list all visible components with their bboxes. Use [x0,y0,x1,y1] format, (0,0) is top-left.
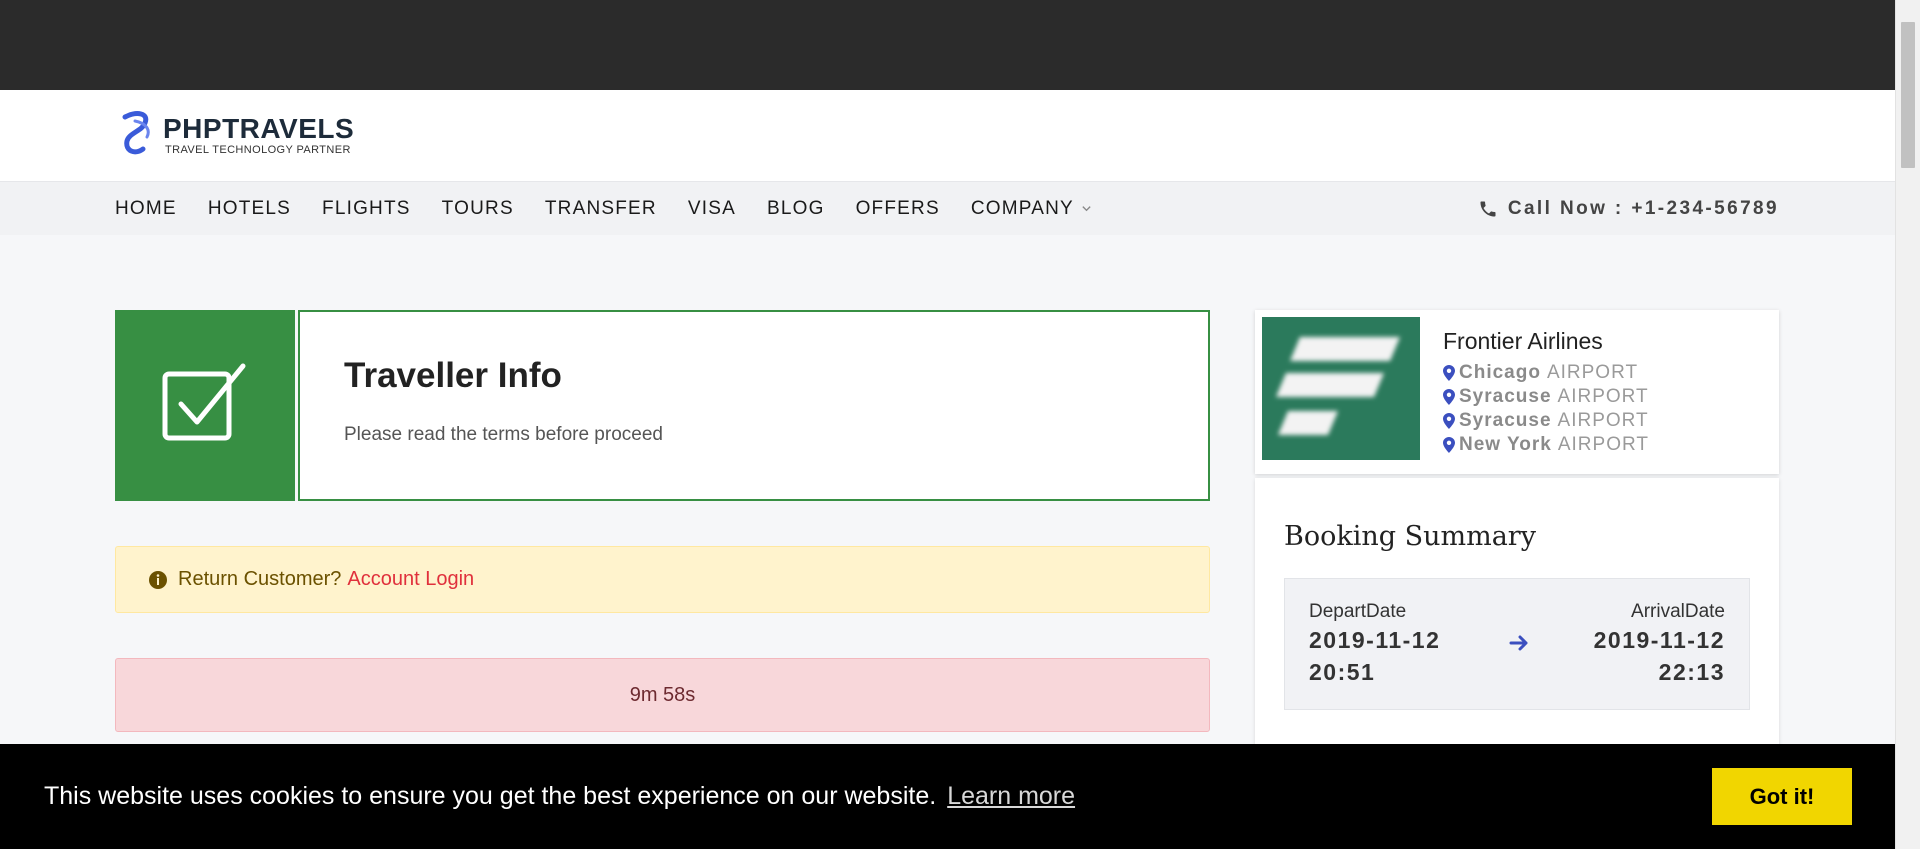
map-pin-icon [1443,437,1455,453]
arrival-time: 22:13 [1658,659,1725,685]
brand-logo[interactable]: PHPTRAVELS TRAVEL TECHNOLOGY PARTNER [115,105,354,165]
airport-city: Chicago [1459,362,1541,383]
step-description: Please read the terms before proceed [344,424,663,445]
return-customer-alert: Return Customer? Account Login [115,546,1210,613]
booking-summary-title: Booking Summary [1284,521,1536,552]
site-header: PHPTRAVELS TRAVEL TECHNOLOGY PARTNER [0,90,1895,181]
nav-item-company-label: COMPANY [970,198,1074,219]
airport-suffix: AIRPORT [1557,386,1649,407]
flight-dates: DepartDate 2019-11-12 20:51 ArrivalDate … [1284,578,1750,710]
arrival-block: ArrivalDate 2019-11-12 22:13 [1594,601,1725,687]
arrival-date: 2019-11-12 [1593,627,1725,653]
nav-item-home[interactable]: HOME [115,198,177,220]
nav-menu: HOME HOTELS FLIGHTS TOURS TRANSFER VISA … [115,182,1123,236]
airline-name: Frontier Airlines [1443,328,1603,354]
airport-item: Syracuse AIRPORT [1443,409,1649,433]
brand-name: PHPTRAVELS [163,113,355,144]
scrollbar-thumb[interactable] [1901,22,1915,168]
page-scrollbar[interactable] [1895,0,1920,849]
frontier-logo-icon [1276,337,1400,435]
airport-item: Syracuse AIRPORT [1443,385,1649,409]
arrival-label: ArrivalDate [1631,601,1725,622]
nav-item-offers[interactable]: OFFERS [856,198,940,220]
nav-item-hotels[interactable]: HOTELS [208,198,291,220]
booking-summary: Booking Summary DepartDate 2019-11-12 20… [1255,478,1779,749]
airport-suffix: AIRPORT [1546,362,1639,383]
airport-suffix: AIRPORT [1557,410,1649,431]
main-navbar: HOME HOTELS FLIGHTS TOURS TRANSFER VISA … [0,181,1895,235]
airport-city: Syracuse [1459,386,1552,407]
checkbox-checked-icon [162,363,246,440]
call-now[interactable]: Call Now : +1-234-56789 [1478,182,1779,236]
call-now-text: Call Now : +1-234-56789 [1507,198,1779,219]
flight-card: Frontier Airlines Chicago AIRPORT Syracu… [1255,310,1779,474]
airport-city: Syracuse [1459,410,1552,431]
brand-tagline: TRAVEL TECHNOLOGY PARTNER [165,144,351,156]
depart-label: DepartDate [1309,601,1407,622]
countdown-timer: 9m 58s [115,658,1210,732]
nav-item-blog[interactable]: BLOG [767,198,825,220]
step-icon-box [115,310,295,501]
nav-item-transfer[interactable]: TRANSFER [545,198,657,220]
step-title: Traveller Info [344,356,562,395]
account-login-link[interactable]: Account Login [347,568,474,591]
nav-item-tours[interactable]: TOURS [442,198,514,220]
traveller-info-step: Traveller Info Please read the terms bef… [115,310,1210,501]
map-pin-icon [1443,365,1455,381]
return-customer-text: Return Customer? [178,568,342,590]
cookie-message-row: This website uses cookies to ensure you … [44,744,1075,849]
map-pin-icon [1443,389,1455,405]
timer-text: 9m 58s [629,683,696,706]
depart-block: DepartDate 2019-11-12 20:51 [1309,601,1440,687]
top-bar [0,0,1895,90]
airport-item: New York AIRPORT [1443,433,1649,457]
chevron-down-icon [1082,205,1091,211]
step-content: Traveller Info Please read the terms bef… [298,310,1210,501]
cookie-banner: This website uses cookies to ensure you … [0,744,1895,849]
cookie-accept-button[interactable]: Got it! [1712,768,1852,825]
nav-item-flights[interactable]: FLIGHTS [322,198,411,220]
airline-info: Frontier Airlines Chicago AIRPORT Syracu… [1443,328,1649,457]
nav-item-visa[interactable]: VISA [688,198,736,220]
arrow-right-icon [1509,635,1528,651]
depart-date: 2019-11-12 [1309,627,1441,653]
airline-logo [1262,317,1420,460]
depart-time: 20:51 [1309,659,1376,685]
cookie-message: This website uses cookies to ensure you … [44,782,937,810]
info-icon [149,570,167,589]
airport-item: Chicago AIRPORT [1443,361,1649,385]
logo-mark-icon [122,111,150,155]
learn-more-link[interactable]: Learn more [947,782,1075,811]
map-pin-icon [1443,413,1455,429]
airport-suffix: AIRPORT [1557,434,1649,455]
nav-item-company[interactable]: COMPANY [971,198,1092,220]
airport-city: New York [1459,434,1552,455]
phone-icon [1480,201,1496,217]
